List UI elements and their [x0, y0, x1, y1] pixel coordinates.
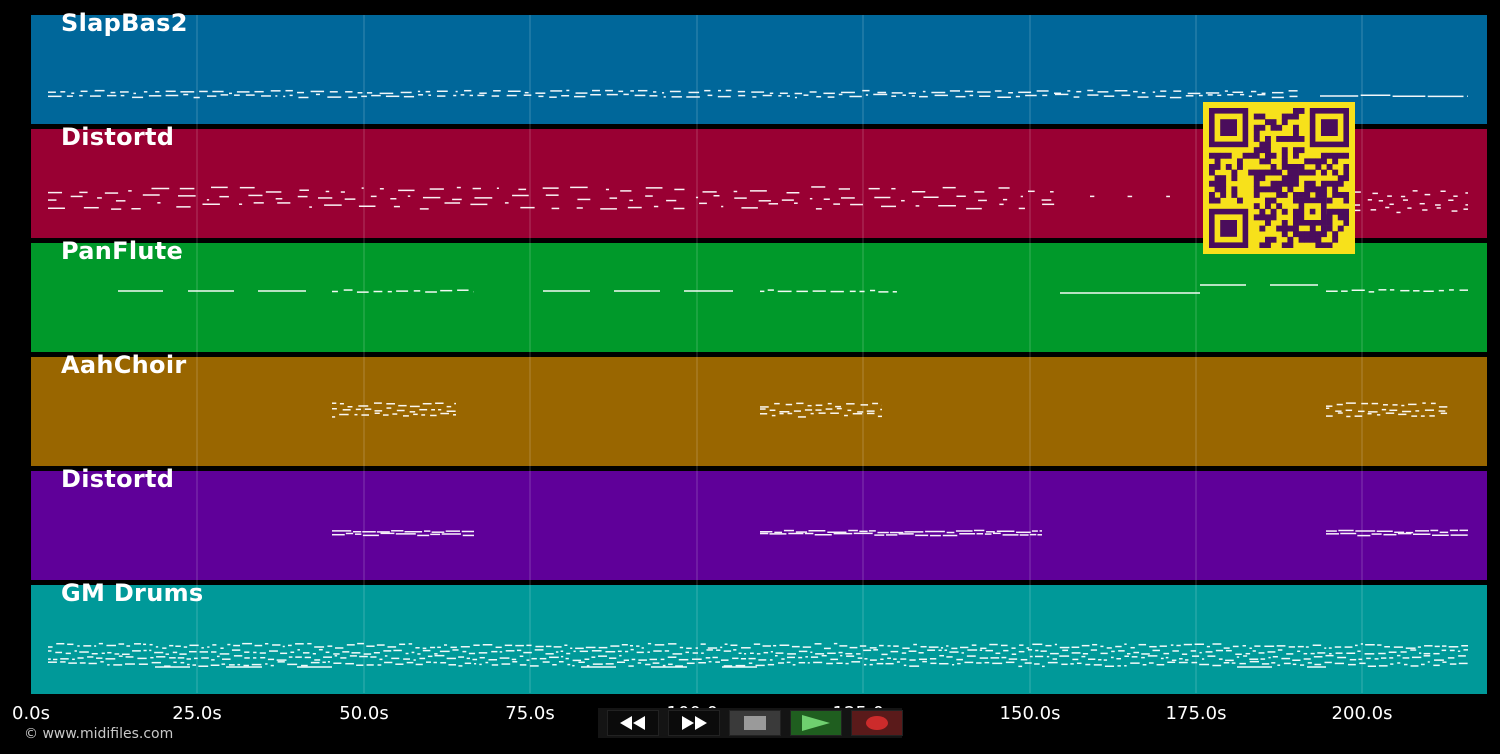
time-tick-label: 75.0s	[505, 703, 555, 724]
rewind-icon	[620, 716, 645, 730]
qr-code-pattern	[1209, 108, 1349, 248]
time-tick-label: 0.0s	[11, 703, 51, 724]
time-tick-label: 200.0s	[1331, 703, 1393, 724]
play-icon	[802, 715, 830, 731]
fast-forward-icon	[682, 716, 707, 730]
fast-forward-button[interactable]	[668, 710, 720, 736]
play-button[interactable]	[790, 710, 842, 736]
qr-code	[1203, 102, 1355, 254]
transport-controls	[598, 708, 903, 738]
piano-roll-view: SlapBas2 Distortd PanFlute AahChoir Dist…	[0, 0, 1500, 754]
time-tick-label: 150.0s	[999, 703, 1061, 724]
time-tick-label: 25.0s	[172, 703, 222, 724]
record-button[interactable]	[851, 710, 903, 736]
stop-icon	[744, 716, 766, 730]
stop-button[interactable]	[729, 710, 781, 736]
record-icon	[866, 716, 888, 730]
time-tick-label: 50.0s	[339, 703, 389, 724]
time-tick-label: 175.0s	[1165, 703, 1227, 724]
rewind-button[interactable]	[607, 710, 659, 736]
copyright-text: © www.midifiles.com	[24, 726, 174, 742]
